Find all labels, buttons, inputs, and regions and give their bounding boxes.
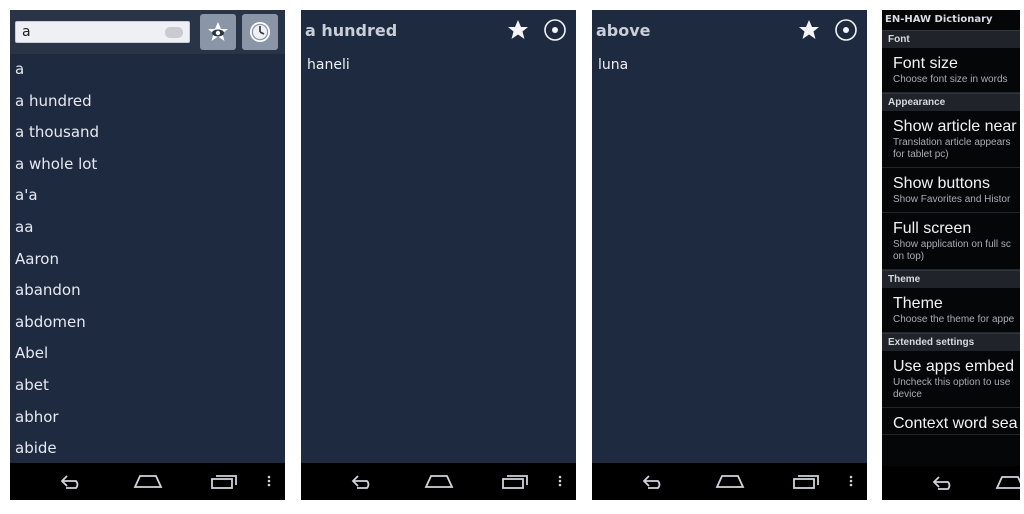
history-icon [250,22,270,42]
preference-summary: Translation article appears [893,137,1011,148]
word-list-item[interactable]: abhor [10,402,285,434]
word-list-item[interactable]: abdomen [10,307,285,339]
article-title: a hundred [305,21,398,40]
article-header: above [592,10,867,52]
preference-title: Show article near [893,118,1017,135]
settings-preference[interactable]: Font size Choose font size in words [882,48,1020,93]
settings-category: Appearance [882,93,1020,111]
recents-icon[interactable] [210,473,238,489]
word-list-item[interactable]: Aaron [10,244,285,276]
word-list: aa hundred a thousand a whole lot a'a aa Aaro… [10,54,285,465]
preference-title: Font size [893,55,958,72]
preference-summary: for tablet pc) [893,149,949,160]
system-navbar [10,463,285,500]
preference-title: Context word sea [893,415,1018,432]
back-icon[interactable] [58,473,84,489]
word-list-item[interactable]: abandon [10,275,285,307]
preference-title: Use apps embed [893,358,1014,375]
favorites-icon [208,22,228,41]
preference-summary: on top) [893,251,925,262]
word-list-screen: aa hundreda thousanda whole lota'aaaAaro… [10,10,285,500]
overflow-menu-icon[interactable] [557,473,563,489]
settings-category: Font [882,30,1020,48]
system-navbar [301,463,576,500]
search-bar [10,10,285,54]
home-icon[interactable] [424,473,454,489]
settings-preference[interactable]: Show buttons Show Favorites and Histor [882,168,1020,213]
word-list-item[interactable]: abide [10,433,285,465]
word-list-item[interactable]: Abel [10,338,285,370]
back-icon[interactable] [349,473,375,489]
history-button[interactable] [242,14,278,50]
word-list-item[interactable]: a [10,54,285,86]
settings-preference[interactable]: Full screen Show application on full sc on… [882,213,1020,270]
article-title: above [596,21,651,40]
article-translation: luna [598,57,629,73]
settings-screen: EN-HAW Dictionary Font Font size Choose fo… [882,10,1020,500]
settings-preference[interactable]: Context word sea [882,408,1020,435]
system-navbar [882,466,1020,500]
recents-icon[interactable] [792,473,820,489]
search-input[interactable] [15,21,190,43]
preference-summary: Uncheck this option to use [893,377,1011,388]
star-icon[interactable] [797,18,821,42]
settings-category: Theme [882,270,1020,288]
home-icon[interactable] [995,474,1020,490]
settings-preference[interactable]: Theme Choose the theme for appe [882,288,1020,333]
home-icon[interactable] [715,473,745,489]
history-circle-icon[interactable] [543,18,567,42]
article-screen-above: above luna [592,10,867,500]
back-icon[interactable] [640,473,666,489]
preference-summary: Show Favorites and Histor [893,194,1011,205]
article-screen-a-hundred: a hundred haneli [301,10,576,500]
star-icon[interactable] [506,18,530,42]
settings-category: Extended settings [882,333,1020,351]
preference-summary: Choose font size in words [893,74,1008,85]
recents-icon[interactable] [501,473,529,489]
word-list-item[interactable]: aa [10,212,285,244]
word-list-item[interactable]: a thousand [10,117,285,149]
clear-search-icon[interactable] [165,27,183,38]
preference-title: Theme [893,295,943,312]
word-list-item[interactable]: a whole lot [10,149,285,181]
history-circle-icon[interactable] [834,18,858,42]
favorites-button[interactable] [200,14,236,50]
settings-list: Font Font size Choose font size in words Ap… [882,30,1020,435]
preference-title: Show buttons [893,175,990,192]
preference-title: Full screen [893,220,972,237]
preference-summary: Show application on full sc [893,239,1011,250]
settings-preference[interactable]: Show article near Translation article app… [882,111,1020,168]
article-translation: haneli [307,57,350,73]
article-header: a hundred [301,10,576,52]
preference-summary: device [893,389,922,400]
overflow-menu-icon[interactable] [848,473,854,489]
preference-summary: Choose the theme for appe [893,314,1015,325]
settings-preference[interactable]: Use apps embed Uncheck this option to use… [882,351,1020,408]
word-list-item[interactable]: a hundred [10,86,285,118]
word-list-item[interactable]: abet [10,370,285,402]
system-navbar [592,463,867,500]
word-list-item[interactable]: a'a [10,180,285,212]
settings-app-title: EN-HAW Dictionary [885,14,993,25]
overflow-menu-icon[interactable] [266,473,272,489]
back-icon[interactable] [930,474,956,490]
home-icon[interactable] [133,473,163,489]
